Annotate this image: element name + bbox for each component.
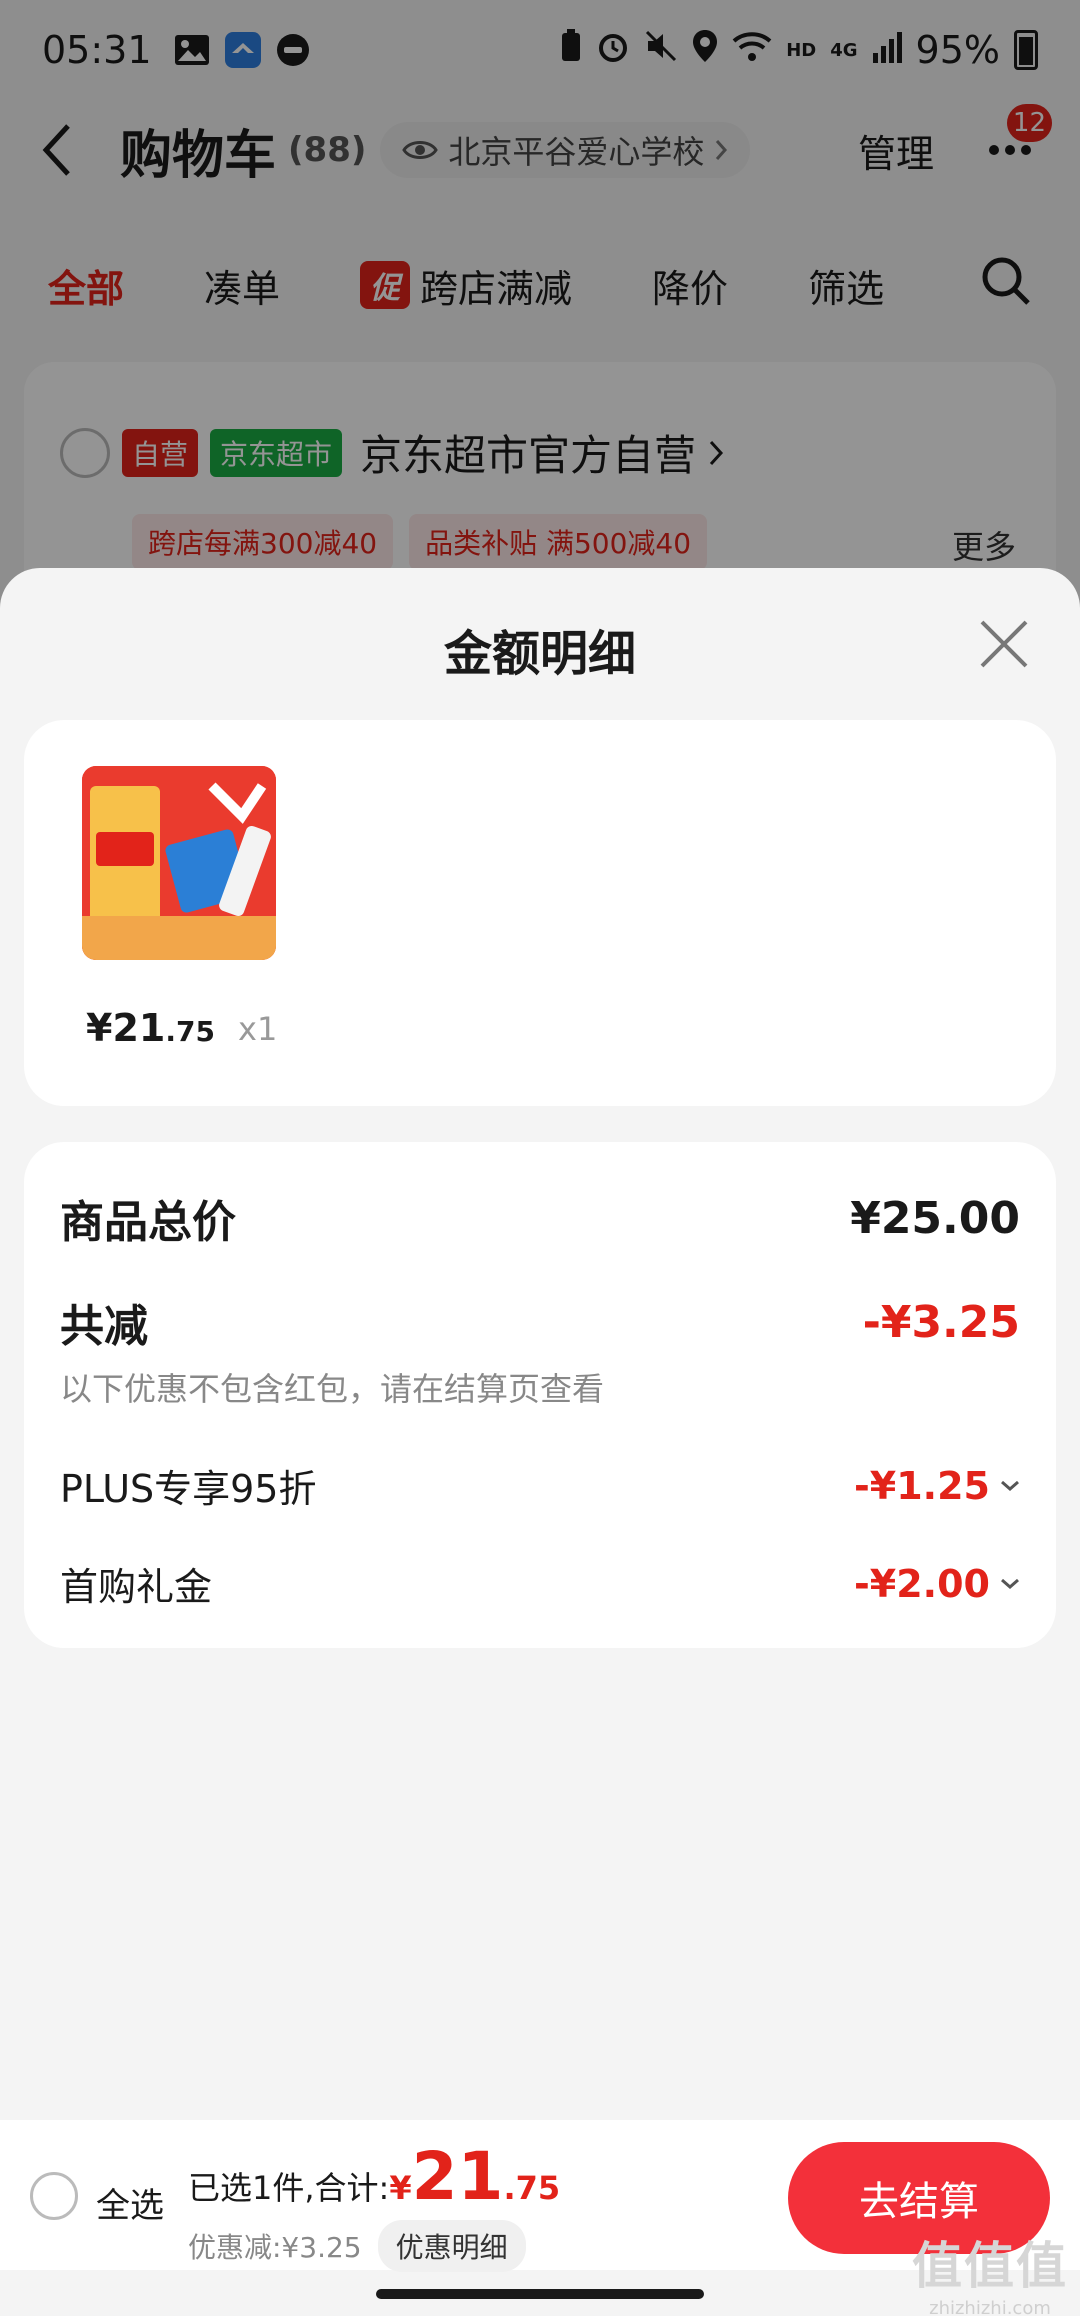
product-qty: x1 [238,1010,278,1048]
select-all-checkbox[interactable] [30,2172,78,2220]
product-card: ¥21.75 x1 [24,720,1056,1106]
discount-detail-button[interactable]: 优惠明细 [377,2220,526,2272]
product-price: ¥21.75 [86,1006,215,1050]
gift-value-wrap: -¥2.00 [854,1562,1020,1606]
total-summary: 已选1件,合计: ¥21.75 [188,2138,560,2215]
plus-discount-row[interactable]: PLUS专享95折 -¥1.25 [60,1458,1020,1513]
subtotal-label: 商品总价 [60,1197,236,1248]
discount-value: -¥3.25 [862,1296,1020,1348]
chevron-down-icon [1001,1480,1019,1491]
gift-label: 首购礼金 [60,1565,213,1609]
discount-note: 以下优惠不包含红包，请在结算页查看 [60,1370,605,1408]
total-dec: .75 [503,2169,561,2207]
total-currency: ¥ [389,2169,412,2207]
price-detail-card: 商品总价 ¥25.00 共减 -¥3.25 以下优惠不包含红包，请在结算页查看 … [24,1142,1056,1648]
product-image[interactable] [82,766,276,960]
summary-label: 已选1件,合计: [188,2169,390,2207]
plus-value: -¥1.25 [854,1463,990,1508]
close-icon [980,620,1028,668]
watermark-logo: 值值值 [912,2237,1068,2295]
gift-row[interactable]: 首购礼金 -¥2.00 [60,1556,1020,1611]
home-indicator[interactable] [376,2289,704,2299]
sheet-title: 金额明细 [443,626,636,682]
discount-label: 共减 [60,1301,148,1352]
price-int: ¥21 [86,1006,166,1050]
discount-summary-text: 优惠减:¥3.25 [188,2231,362,2264]
discount-summary: 优惠减:¥3.25 优惠明细 [188,2220,526,2272]
gift-value: -¥2.00 [854,1561,990,1606]
subtotal-row: 商品总价 ¥25.00 [60,1186,1020,1250]
watermark-url: zhizhizhi.com [929,2298,1051,2316]
subtotal-value: ¥25.00 [850,1192,1020,1244]
plus-value-wrap: -¥1.25 [854,1464,1020,1508]
discount-row: 共减 -¥3.25 [60,1290,1020,1354]
chevron-down-icon [1001,1578,1019,1589]
amount-detail-sheet: 金额明细 ¥21.75 x1 商品总价 ¥25.00 共减 -¥3.25 以下优… [0,568,1080,2316]
price-dec: .75 [165,1015,215,1048]
close-button[interactable] [976,616,1032,672]
total-int: 21 [411,2138,504,2215]
watermark: 值值值 zhizhizhi.com [912,2226,1068,2316]
total-amount: ¥21.75 [389,2138,560,2215]
select-all-label[interactable]: 全选 [96,2178,164,2227]
plus-label: PLUS专享95折 [60,1467,317,1511]
